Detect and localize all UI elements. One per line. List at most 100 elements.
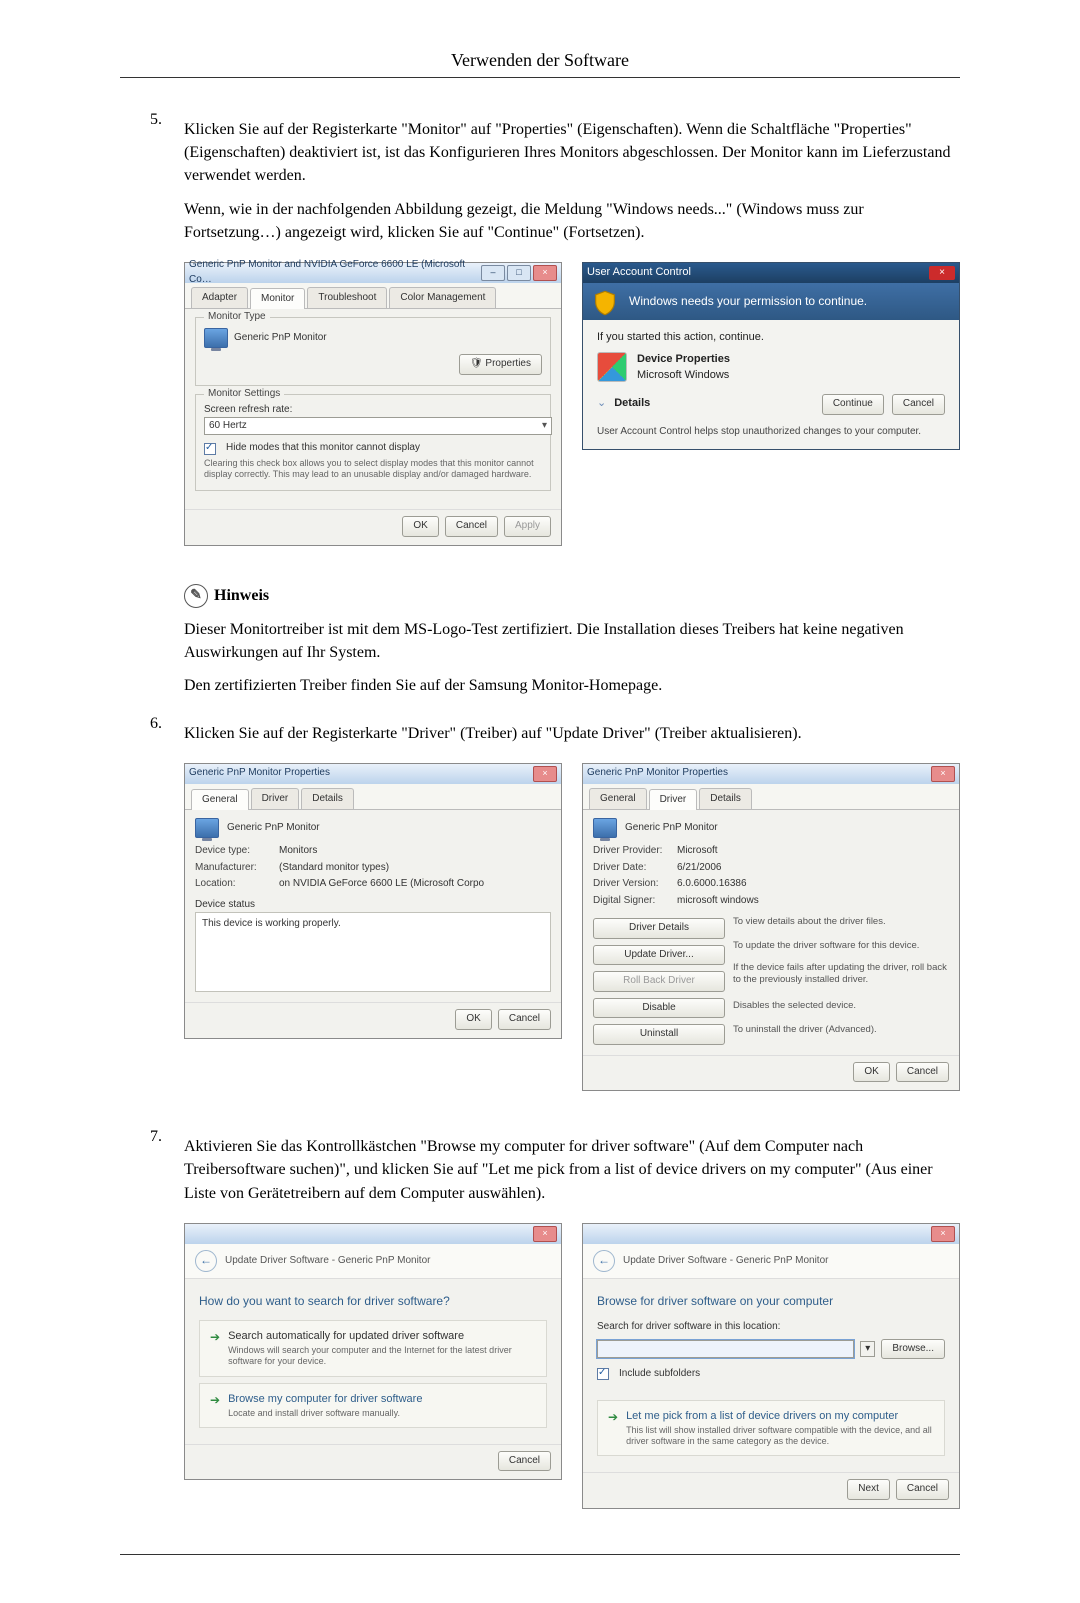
- step5-number: 5.: [150, 108, 184, 564]
- windows-logo-icon: [597, 352, 627, 382]
- location-value: on NVIDIA GeForce 6600 LE (Microsoft Cor…: [279, 877, 551, 892]
- device-status-label: Device status: [195, 898, 551, 913]
- digital-signer-label: Digital Signer:: [593, 894, 673, 909]
- include-subfolders-label: Include subfolders: [619, 1367, 700, 1382]
- uac-band-text: Windows needs your permission to continu…: [629, 294, 867, 308]
- include-subfolders-checkbox[interactable]: [597, 1368, 609, 1380]
- uac-title: User Account Control: [587, 265, 691, 281]
- monitor-icon: [204, 328, 228, 348]
- driver-details-button[interactable]: Driver Details: [593, 918, 725, 939]
- disable-button[interactable]: Disable: [593, 998, 725, 1019]
- option-pick-from-list[interactable]: ➔ Let me pick from a list of device driv…: [597, 1400, 945, 1456]
- ok-button[interactable]: OK: [402, 516, 438, 537]
- hide-modes-help: Clearing this check box allows you to se…: [204, 458, 542, 481]
- tab-troubleshoot[interactable]: Troubleshoot: [307, 287, 387, 309]
- tab-details[interactable]: Details: [699, 788, 752, 810]
- close-icon[interactable]: ×: [533, 766, 557, 782]
- path-input[interactable]: [597, 1340, 854, 1358]
- device-type-value: Monitors: [279, 844, 551, 859]
- roll-back-driver-button: Roll Back Driver: [593, 971, 725, 992]
- disable-desc: Disables the selected device.: [733, 1000, 949, 1012]
- driver-date-value: 6/21/2006: [677, 861, 949, 876]
- next-button[interactable]: Next: [847, 1479, 890, 1500]
- option-subtitle: This list will show installed driver sof…: [626, 1425, 934, 1448]
- note-p1: Dieser Monitortreiber ist mit dem MS-Log…: [184, 618, 960, 664]
- ok-button[interactable]: OK: [853, 1062, 889, 1083]
- cancel-button[interactable]: Cancel: [498, 1451, 551, 1472]
- arrow-icon: ➔: [210, 1329, 220, 1346]
- hide-modes-checkbox[interactable]: [204, 443, 216, 455]
- wizard-heading: How do you want to search for driver sof…: [199, 1293, 547, 1310]
- update-driver-button[interactable]: Update Driver...: [593, 945, 725, 966]
- tab-driver[interactable]: Driver: [251, 788, 300, 810]
- update-driver-desc: To update the driver software for this d…: [733, 940, 949, 952]
- device-type-label: Device type:: [195, 844, 275, 859]
- step6-number: 6.: [150, 712, 184, 1110]
- manufacturer-value: (Standard monitor types): [279, 861, 551, 876]
- tab-adapter[interactable]: Adapter: [191, 287, 248, 309]
- wizard-breadcrumb: Update Driver Software - Generic PnP Mon…: [225, 1254, 430, 1269]
- wizard-breadcrumb: Update Driver Software - Generic PnP Mon…: [623, 1254, 828, 1269]
- back-icon[interactable]: ←: [593, 1250, 615, 1272]
- tab-color-management[interactable]: Color Management: [389, 287, 496, 309]
- back-icon[interactable]: ←: [195, 1250, 217, 1272]
- monitor-icon: [195, 818, 219, 838]
- minimize-icon[interactable]: –: [481, 265, 505, 281]
- uninstall-button[interactable]: Uninstall: [593, 1024, 725, 1045]
- tab-general[interactable]: General: [589, 788, 647, 810]
- tab-details[interactable]: Details: [301, 788, 354, 810]
- cancel-button[interactable]: Cancel: [892, 394, 945, 415]
- option-search-automatically[interactable]: ➔ Search automatically for updated drive…: [199, 1320, 547, 1376]
- ok-button[interactable]: OK: [455, 1009, 491, 1030]
- tab-general[interactable]: General: [191, 789, 249, 811]
- apply-button: Apply: [504, 516, 551, 537]
- uac-details-toggle[interactable]: Details: [614, 396, 814, 412]
- chevron-down-icon[interactable]: ▾: [860, 1341, 875, 1358]
- close-icon[interactable]: ×: [929, 266, 955, 280]
- close-icon[interactable]: ×: [931, 766, 955, 782]
- browse-button[interactable]: Browse...: [881, 1339, 945, 1360]
- note-heading: Hinweis: [214, 587, 269, 605]
- option-subtitle: Windows will search your computer and th…: [228, 1345, 536, 1368]
- option-browse-computer[interactable]: ➔ Browse my computer for driver software…: [199, 1383, 547, 1428]
- shield-icon: 🛡: [470, 358, 483, 369]
- prop-general-title: Generic PnP Monitor Properties: [189, 766, 330, 781]
- monitor-dialog-title: Generic PnP Monitor and NVIDIA GeForce 6…: [189, 258, 481, 287]
- cancel-button[interactable]: Cancel: [498, 1009, 551, 1030]
- chevron-down-icon: ▾: [542, 419, 547, 434]
- refresh-rate-select[interactable]: 60 Hertz ▾: [204, 417, 552, 435]
- top-rule: [120, 77, 960, 78]
- option-title: Browse my computer for driver software: [228, 1392, 422, 1408]
- path-label: Search for driver software in this locat…: [597, 1320, 945, 1335]
- close-icon[interactable]: ×: [931, 1226, 955, 1242]
- cancel-button[interactable]: Cancel: [896, 1062, 949, 1083]
- close-icon[interactable]: ×: [533, 265, 557, 281]
- uac-item-publisher: Microsoft Windows: [637, 368, 730, 384]
- digital-signer-value: microsoft windows: [677, 894, 949, 909]
- monitor-icon: [593, 818, 617, 838]
- chevron-down-icon[interactable]: ⌄: [597, 396, 606, 412]
- close-icon[interactable]: ×: [533, 1226, 557, 1242]
- note-icon: ✎: [184, 584, 208, 608]
- arrow-icon: ➔: [210, 1392, 220, 1409]
- maximize-icon[interactable]: □: [507, 265, 531, 281]
- note-p2: Den zertifizierten Treiber finden Sie au…: [184, 674, 960, 697]
- arrow-icon: ➔: [608, 1409, 618, 1426]
- prop-driver-title: Generic PnP Monitor Properties: [587, 766, 728, 781]
- driver-provider-value: Microsoft: [677, 844, 949, 859]
- driver-version-value: 6.0.6000.16386: [677, 877, 949, 892]
- device-status-box: This device is working properly.: [195, 912, 551, 992]
- cancel-button[interactable]: Cancel: [896, 1479, 949, 1500]
- driver-provider-label: Driver Provider:: [593, 844, 673, 859]
- cancel-button[interactable]: Cancel: [445, 516, 498, 537]
- step6-text: Klicken Sie auf der Registerkarte "Drive…: [184, 722, 960, 745]
- option-subtitle: Locate and install driver software manua…: [228, 1408, 422, 1419]
- tab-monitor[interactable]: Monitor: [250, 288, 305, 310]
- location-label: Location:: [195, 877, 275, 892]
- tab-driver[interactable]: Driver: [649, 789, 698, 811]
- step7-number: 7.: [150, 1125, 184, 1526]
- uac-item-title: Device Properties: [637, 352, 730, 368]
- continue-button[interactable]: Continue: [822, 394, 884, 415]
- properties-button[interactable]: 🛡 Properties: [459, 354, 542, 375]
- driver-details-desc: To view details about the driver files.: [733, 916, 949, 928]
